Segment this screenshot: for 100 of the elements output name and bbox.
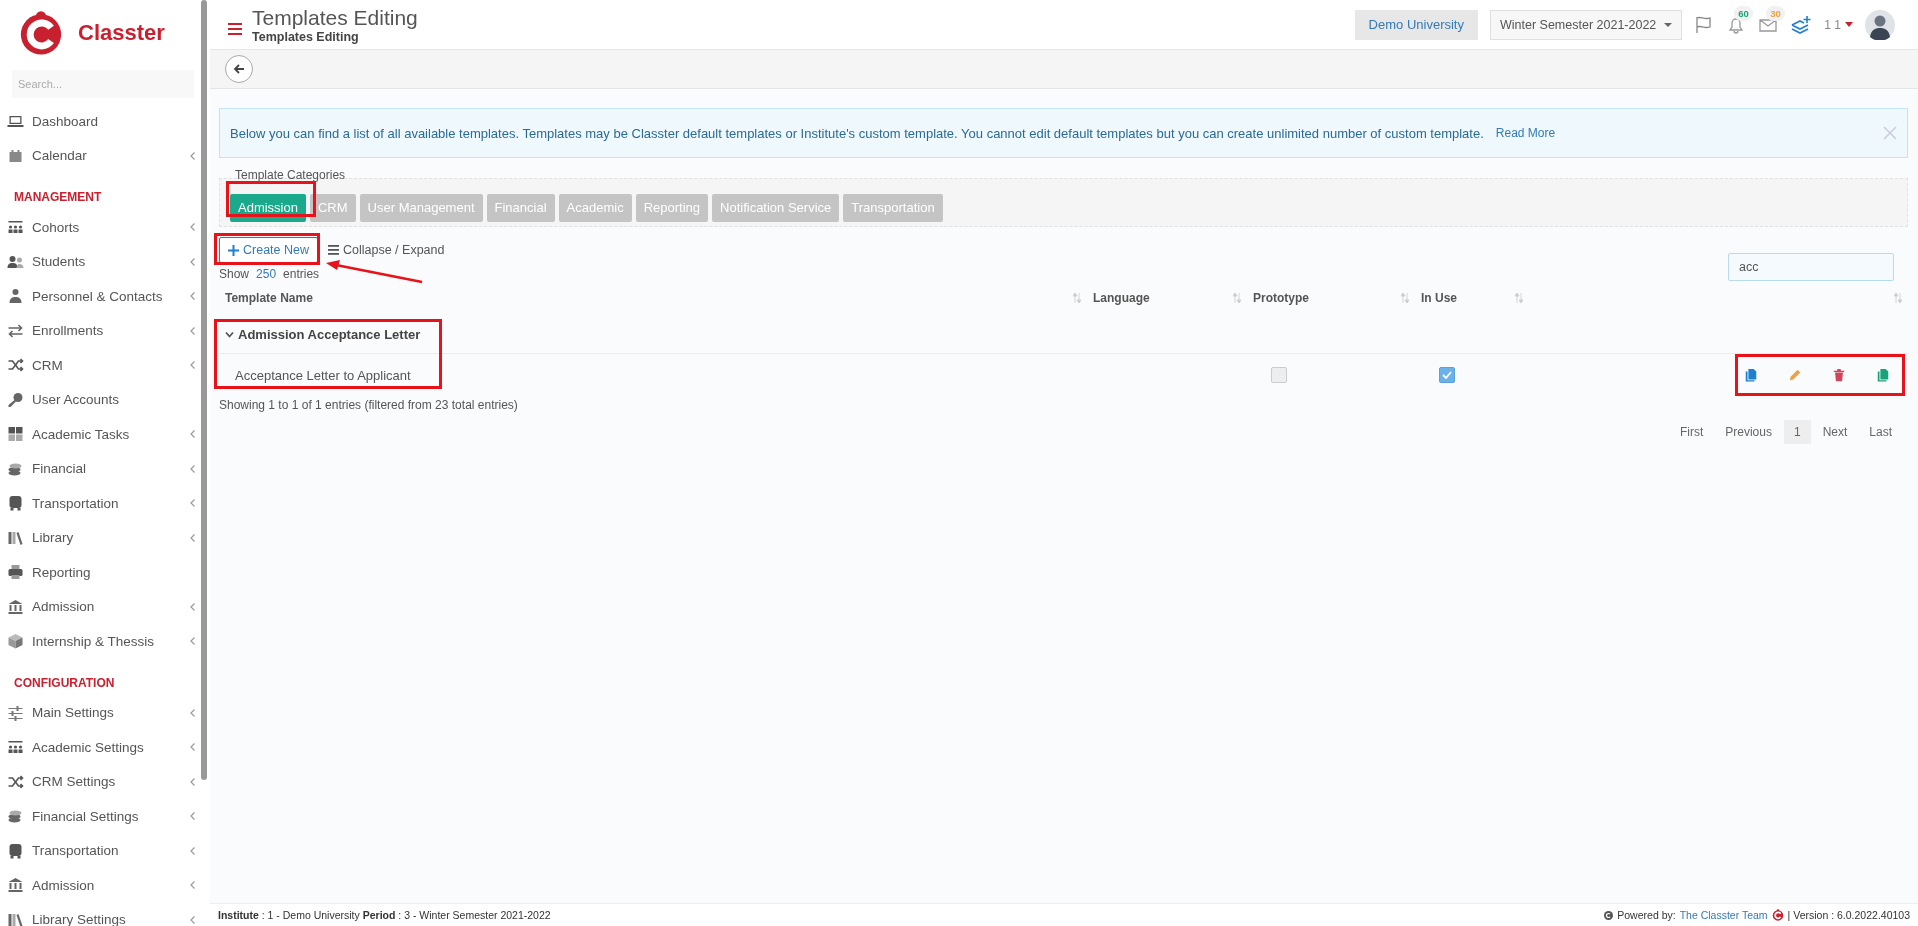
- page-subtitle: Templates Editing: [252, 29, 360, 44]
- logo-text: Classter: [78, 19, 165, 46]
- sidebar-item[interactable]: Academic Tasks: [0, 417, 195, 452]
- sidebar-item[interactable]: Reporting: [0, 555, 195, 590]
- coins-icon: [7, 808, 24, 825]
- column-header[interactable]: Prototype: [1253, 291, 1309, 305]
- page-length-select[interactable]: 250: [256, 267, 277, 281]
- grid-icon: [7, 426, 24, 443]
- semester-select[interactable]: Winter Semester 2021-2022: [1489, 9, 1683, 40]
- sidebar-item[interactable]: Students: [0, 244, 195, 279]
- sort-icon: [1073, 293, 1081, 303]
- avatar: [1865, 9, 1895, 40]
- group-icon: [7, 219, 24, 236]
- sort-icon: [1894, 293, 1902, 303]
- trash-icon: [1832, 368, 1846, 382]
- page-link[interactable]: Last: [1859, 420, 1902, 444]
- sidebar-item[interactable]: Admission: [0, 868, 195, 903]
- sidebar-item[interactable]: Enrollments: [0, 313, 195, 348]
- chevron-down-icon: [225, 329, 234, 339]
- shuffle-icon: [7, 357, 24, 374]
- sidebar-item[interactable]: Library: [0, 520, 195, 555]
- bus-icon: [7, 495, 24, 512]
- bank-icon: [7, 877, 24, 894]
- user-label[interactable]: 1 1: [1824, 17, 1841, 32]
- sidebar-item[interactable]: Calendar: [0, 138, 195, 173]
- sidebar-item[interactable]: Transportation: [0, 833, 195, 868]
- group-icon: [7, 739, 24, 756]
- arrow-left-icon: [233, 63, 245, 75]
- sidebar-item[interactable]: Cohorts: [0, 210, 195, 245]
- check-icon: [1442, 371, 1452, 379]
- table-cell: Acceptance Letter to Applicant: [235, 367, 411, 383]
- column-header[interactable]: Template Name: [225, 291, 313, 305]
- sidebar-item[interactable]: Financial: [0, 451, 195, 486]
- laptop-icon: [7, 113, 24, 130]
- calendar-icon: [7, 147, 24, 164]
- sort-icon: [1233, 293, 1241, 303]
- pencil-icon: [1788, 368, 1802, 382]
- caret-icon: [1845, 22, 1853, 27]
- close-icon: [1883, 126, 1897, 140]
- back-button[interactable]: [225, 55, 253, 83]
- sidebar-item[interactable]: CRM: [0, 348, 195, 383]
- section-title: CONFIGURATION: [13, 674, 115, 692]
- read-more-link[interactable]: Read More: [1495, 126, 1556, 140]
- scrollbar[interactable]: [201, 0, 207, 780]
- person-icon: [7, 288, 24, 305]
- column-header[interactable]: Language: [1093, 291, 1150, 305]
- page-link[interactable]: 1: [1783, 420, 1811, 444]
- notification-badge: 60: [1734, 5, 1753, 21]
- sidebar-item[interactable]: Dashboard: [0, 104, 195, 139]
- show-label: Show: [219, 267, 250, 281]
- list-icon: [328, 245, 339, 255]
- sidebar-item[interactable]: Personnel & Contacts: [0, 279, 195, 314]
- footer-text: Institute : 1 - Demo University Period : 3 - Winter Semester 2021-2022: [218, 909, 551, 921]
- plus-icon: [228, 244, 239, 256]
- key-icon: [7, 391, 24, 408]
- sidebar-item[interactable]: CRM Settings: [0, 764, 195, 799]
- create-new-button[interactable]: Create New: [219, 237, 318, 263]
- bank-icon: [7, 598, 24, 615]
- column-header[interactable]: In Use: [1421, 291, 1457, 305]
- books-icon: [7, 529, 24, 546]
- page-link[interactable]: Next: [1812, 420, 1858, 444]
- sidebar-item[interactable]: Main Settings: [0, 695, 195, 730]
- entries-label: entries: [283, 267, 320, 281]
- group-title[interactable]: Admission Acceptance Letter: [238, 326, 421, 342]
- copy-icon: [1876, 368, 1890, 382]
- sidebar-item[interactable]: Transportation: [0, 486, 195, 521]
- users-icon: [7, 253, 24, 270]
- search-field[interactable]: acc: [1728, 253, 1894, 281]
- shuffle-icon: [7, 773, 24, 790]
- cube-icon: [7, 633, 24, 650]
- alert-text: Below you can find a list of all available templates. Templates may be Classter default templates or Institute's custom template. You cannot edit default templates but you can create unlimited number of custom template.: [230, 125, 1484, 141]
- message-badge: 30: [1766, 5, 1785, 21]
- sidebar-item[interactable]: User Accounts: [0, 382, 195, 417]
- collapse-expand-button[interactable]: Collapse / Expand: [328, 243, 445, 257]
- powered-by-label: Powered by:: [1617, 909, 1676, 921]
- page-link[interactable]: First: [1669, 420, 1714, 444]
- institute-button[interactable]: Demo University: [1354, 9, 1478, 40]
- sliders-icon: [7, 704, 24, 721]
- sort-icon: [1401, 293, 1409, 303]
- copyright-icon: [1604, 910, 1614, 920]
- sidebar-item[interactable]: Internship & Thessis: [0, 624, 195, 659]
- panel-legend: Template Categories: [235, 168, 346, 182]
- bus-icon: [7, 842, 24, 859]
- team-link[interactable]: The Classter Team: [1679, 909, 1768, 921]
- arrows-icon: [7, 322, 24, 339]
- page-link[interactable]: Previous: [1715, 420, 1782, 444]
- sidebar-item[interactable]: Financial Settings: [0, 799, 195, 834]
- table-info: Showing 1 to 1 of 1 entries (filtered from 23 total entries): [219, 398, 518, 412]
- sort-icon: [1515, 293, 1523, 303]
- books-icon: [7, 911, 24, 926]
- menu-icon: [228, 22, 242, 35]
- sidebar-item[interactable]: Academic Settings: [0, 730, 195, 765]
- sidebar-item[interactable]: Admission: [0, 589, 195, 624]
- page-title: Templates Editing: [252, 5, 418, 30]
- section-title: MANAGEMENT: [13, 189, 102, 206]
- layers-plus-icon: [1790, 14, 1813, 35]
- copy-icon: [1744, 368, 1758, 382]
- logo-icon: [1771, 909, 1784, 921]
- search-field[interactable]: Search...: [12, 70, 194, 98]
- printer-icon: [7, 564, 24, 581]
